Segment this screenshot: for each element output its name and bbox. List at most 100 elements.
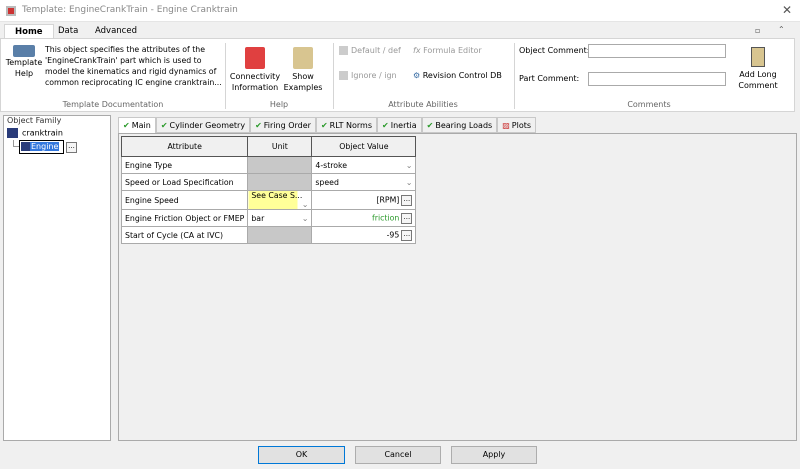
attr-cell: Start of Cycle (CA at IVC) bbox=[120, 226, 249, 244]
value-cell[interactable]: -95... bbox=[311, 226, 417, 244]
check-icon: ✔ bbox=[320, 121, 328, 130]
tab-label: Cylinder Geometry bbox=[169, 121, 246, 130]
restore-icon[interactable]: ▫ bbox=[755, 26, 760, 35]
attr-cell: Speed or Load Specification bbox=[120, 173, 249, 191]
template-help-label: Template Help bbox=[5, 58, 43, 78]
table-row: Engine Type 4-stroke ⌄ bbox=[120, 156, 417, 174]
ignore-icon bbox=[339, 71, 348, 80]
connectivity-label: Connectivity Information bbox=[229, 72, 281, 92]
group-label-help: Help bbox=[269, 100, 289, 109]
unit-cell bbox=[247, 173, 313, 191]
group-label-attr: Attribute Abilities bbox=[388, 100, 458, 109]
close-icon[interactable]: ✕ bbox=[782, 3, 792, 17]
chevron-down-icon: ⌄ bbox=[301, 200, 309, 209]
ribbon-tab-home[interactable]: Home bbox=[4, 24, 54, 39]
main-tab-panel: Attribute Unit Object Value Engine Type … bbox=[118, 133, 797, 441]
object-comment-input[interactable] bbox=[588, 44, 726, 58]
window-title: Template: EngineCrankTrain - Engine Cran… bbox=[22, 5, 238, 15]
value-text: friction bbox=[372, 213, 400, 222]
value-text: 4-stroke bbox=[315, 160, 348, 170]
cancel-button[interactable]: Cancel bbox=[355, 446, 441, 464]
engine-ellipsis-button[interactable]: ... bbox=[66, 142, 77, 153]
ellipsis-button[interactable]: ... bbox=[401, 229, 413, 241]
tree-item-engine[interactable]: Engine bbox=[19, 140, 64, 154]
chevron-down-icon: ⌄ bbox=[405, 160, 413, 170]
check-icon: ✔ bbox=[255, 121, 262, 130]
revision-label: Revision Control DB bbox=[422, 71, 502, 80]
formula-label: Formula Editor bbox=[423, 46, 482, 55]
tab-plots[interactable]: ▨ Plots bbox=[497, 117, 537, 133]
group-label-comments: Comments bbox=[627, 100, 671, 109]
app-icon bbox=[6, 6, 16, 16]
tab-label: Plots bbox=[511, 121, 532, 130]
attribute-table: Attribute Unit Object Value Engine Type … bbox=[120, 136, 417, 244]
part-comment-label: Part Comment: bbox=[519, 74, 580, 83]
value-dropdown[interactable]: 4-stroke ⌄ bbox=[311, 156, 417, 174]
header-attribute: Attribute bbox=[120, 136, 249, 157]
tab-label: Main bbox=[131, 121, 151, 130]
ribbon-tab-data[interactable]: Data bbox=[48, 24, 88, 39]
tree-item-cranktrain[interactable]: cranktrain bbox=[7, 128, 63, 138]
check-icon: ✔ bbox=[426, 121, 434, 130]
check-icon: ✔ bbox=[160, 121, 168, 130]
table-row: Engine Speed See Case S... ⌄ [RPM]... bbox=[120, 190, 417, 210]
template-description: This object specifies the attributes of … bbox=[45, 45, 222, 87]
unit-text: See Case S... bbox=[251, 191, 303, 200]
revision-control-button[interactable]: ⚙ Revision Control DB bbox=[413, 71, 502, 80]
ignore-label: Ignore / ign bbox=[351, 71, 397, 80]
title-bar: Template: EngineCrankTrain - Engine Cran… bbox=[0, 0, 800, 22]
unit-dropdown[interactable]: bar ⌄ bbox=[247, 209, 313, 227]
ribbon: Template Help This object specifies the … bbox=[0, 38, 795, 112]
apply-button[interactable]: Apply bbox=[451, 446, 537, 464]
ellipsis-button[interactable]: ... bbox=[401, 194, 413, 206]
value-cell[interactable]: [RPM]... bbox=[311, 190, 417, 210]
table-row: Speed or Load Specification speed ⌄ bbox=[120, 173, 417, 191]
gear-icon: ⚙ bbox=[413, 71, 423, 80]
tab-cylinder-geometry[interactable]: ✔ Cylinder Geometry bbox=[155, 117, 251, 133]
object-family-title: Object Family bbox=[7, 116, 62, 125]
value-cell[interactable]: friction... bbox=[311, 209, 417, 227]
tab-label: RLT Norms bbox=[329, 121, 373, 130]
check-icon: ✔ bbox=[382, 121, 389, 130]
object-comment-label: Object Comment: bbox=[519, 46, 590, 55]
tab-inertia[interactable]: ✔ Inertia bbox=[377, 117, 422, 133]
value-text: speed bbox=[315, 177, 339, 187]
connectivity-info-button[interactable]: Connectivity Information bbox=[229, 47, 281, 93]
attr-cell: Engine Friction Object or FMEP bbox=[120, 209, 249, 227]
tab-firing-order[interactable]: ✔ Firing Order bbox=[250, 117, 316, 133]
value-text: -95 bbox=[386, 230, 400, 239]
tab-label: Firing Order bbox=[263, 121, 311, 130]
ribbon-tab-advanced[interactable]: Advanced bbox=[85, 24, 147, 39]
cranktrain-icon bbox=[7, 128, 18, 138]
engine-icon bbox=[21, 142, 30, 151]
unit-dropdown[interactable]: See Case S... ⌄ bbox=[247, 190, 313, 210]
tab-rlt-norms[interactable]: ✔ RLT Norms bbox=[315, 117, 378, 133]
show-examples-button[interactable]: Show Examples bbox=[283, 47, 323, 93]
formula-editor-button[interactable]: fx Formula Editor bbox=[413, 46, 482, 55]
value-dropdown[interactable]: speed ⌄ bbox=[311, 173, 417, 191]
collapse-ribbon-icon[interactable]: ⌃ bbox=[778, 25, 785, 34]
tab-main[interactable]: ✔ Main bbox=[118, 117, 156, 134]
chevron-down-icon: ⌄ bbox=[405, 177, 413, 187]
notepad-icon bbox=[751, 47, 765, 67]
fx-icon: fx bbox=[413, 46, 424, 55]
unit-cell bbox=[247, 226, 313, 244]
tab-bearing-loads[interactable]: ✔ Bearing Loads bbox=[421, 117, 498, 133]
add-long-comment-button[interactable]: Add Long Comment bbox=[734, 47, 782, 91]
default-def-button[interactable]: Default / def bbox=[339, 46, 401, 55]
ok-button[interactable]: OK bbox=[258, 446, 345, 464]
template-help-icon bbox=[13, 45, 35, 57]
value-text: [RPM] bbox=[376, 195, 400, 204]
connectivity-icon bbox=[245, 47, 265, 69]
ellipsis-button[interactable]: ... bbox=[401, 212, 413, 224]
examples-label: Show Examples bbox=[283, 72, 323, 92]
examples-box-icon bbox=[293, 47, 313, 69]
chevron-down-icon: ⌄ bbox=[301, 213, 309, 223]
tab-label: Inertia bbox=[390, 121, 417, 130]
part-comment-input[interactable] bbox=[588, 72, 726, 86]
table-row: Start of Cycle (CA at IVC) -95... bbox=[120, 226, 417, 244]
group-label-template-doc: Template Documentation bbox=[62, 100, 164, 109]
template-help-button[interactable]: Template Help bbox=[4, 45, 44, 79]
ignore-ign-button[interactable]: Ignore / ign bbox=[339, 71, 397, 80]
table-row: Engine Friction Object or FMEP bar ⌄ fric… bbox=[120, 209, 417, 227]
